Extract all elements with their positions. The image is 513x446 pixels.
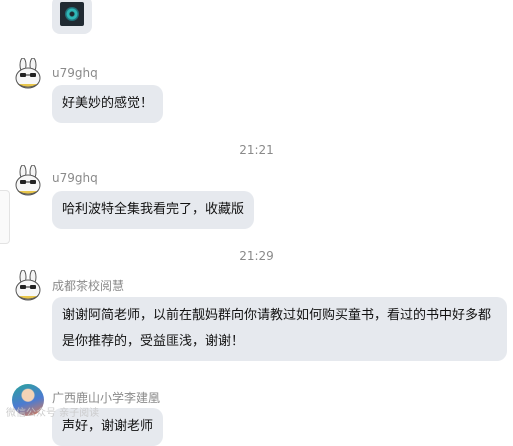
message-bubble[interactable]: 谢谢阿简老师，以前在靓妈群向你请教过如何购买童书，看过的书中好多都是你推荐的，受… <box>52 297 507 361</box>
message-bubble[interactable]: 好美妙的感觉！ <box>52 85 164 123</box>
message-bubble[interactable]: 哈利波特全集我看完了，收藏版 <box>52 191 255 229</box>
timestamp: 21:21 <box>239 143 274 157</box>
sender-name: u79ghq <box>52 171 98 185</box>
sender-name: 成都茶校阅慧 <box>52 279 125 293</box>
bunny-avatar-icon[interactable] <box>12 165 44 197</box>
bunny-avatar-icon[interactable] <box>12 270 44 302</box>
image-thumbnail[interactable] <box>60 2 84 26</box>
timestamp: 21:29 <box>239 249 274 263</box>
flower-icon <box>65 7 79 21</box>
side-handle[interactable] <box>0 190 10 244</box>
sender-name: u79ghq <box>52 66 98 80</box>
image-message[interactable] <box>52 0 92 34</box>
bunny-avatar-icon[interactable] <box>12 58 44 90</box>
watermark: 微信公众号 亲子阅读 <box>6 408 100 419</box>
